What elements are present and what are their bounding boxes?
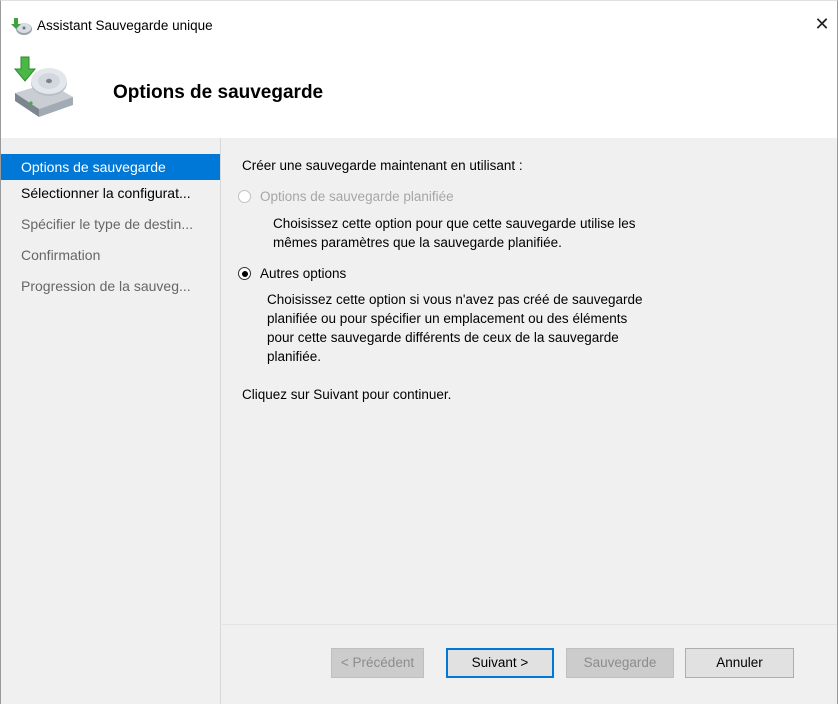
- other-options-radio[interactable]: [238, 267, 251, 280]
- step-progress[interactable]: Progression de la sauveg...: [1, 273, 220, 304]
- cancel-button[interactable]: Annuler: [685, 648, 794, 678]
- step-backup-options[interactable]: Options de sauvegarde: [1, 154, 220, 180]
- scheduled-options-radio[interactable]: [238, 190, 251, 203]
- window-title: Assistant Sauvegarde unique: [37, 18, 213, 33]
- scheduled-options-label: Options de sauvegarde planifiée: [260, 189, 454, 204]
- other-options-description: Choisissez cette option si vous n'avez p…: [267, 290, 643, 366]
- step-destination-type[interactable]: Spécifier le type de destin...: [1, 211, 220, 242]
- backup-button[interactable]: Sauvegarde: [566, 648, 674, 678]
- wizard-body: Options de sauvegarde Sélectionner la co…: [1, 138, 837, 704]
- wizard-header: Options de sauvegarde: [1, 49, 837, 138]
- scheduled-options-radio-row: Options de sauvegarde planifiée: [238, 189, 454, 204]
- other-desc-line: Choisissez cette option si vous n'avez p…: [267, 292, 643, 307]
- intro-text: Créer une sauvegarde maintenant en utili…: [242, 158, 523, 173]
- other-options-label[interactable]: Autres options: [260, 266, 346, 281]
- title-bar: Assistant Sauvegarde unique ✕: [1, 1, 837, 49]
- other-desc-line: pour cette sauvegarde différents de ceux…: [267, 330, 619, 345]
- backup-app-icon: [11, 18, 32, 35]
- backup-disk-icon: [13, 56, 73, 117]
- scheduled-desc-line: mêmes paramètres que la sauvegarde plani…: [273, 235, 562, 250]
- other-desc-line: planifiée ou pour spécifier un emplaceme…: [267, 311, 628, 326]
- continue-hint: Cliquez sur Suivant pour continuer.: [242, 387, 452, 402]
- previous-button[interactable]: < Précédent: [331, 648, 424, 678]
- step-confirmation[interactable]: Confirmation: [1, 242, 220, 273]
- step-select-configuration[interactable]: Sélectionner la configurat...: [1, 180, 220, 211]
- next-button[interactable]: Suivant >: [446, 648, 554, 678]
- scheduled-desc-line: Choisissez cette option pour que cette s…: [273, 216, 636, 231]
- scheduled-options-description: Choisissez cette option pour que cette s…: [273, 214, 635, 252]
- main-content: Créer une sauvegarde maintenant en utili…: [222, 138, 837, 624]
- other-options-radio-row: Autres options: [238, 266, 346, 281]
- page-title: Options de sauvegarde: [113, 82, 324, 103]
- steps-sidebar: Options de sauvegarde Sélectionner la co…: [1, 138, 221, 704]
- close-button[interactable]: ✕: [811, 13, 833, 35]
- other-desc-line: planifiée.: [267, 349, 322, 364]
- wizard-footer: < Précédent Suivant > Sauvegarde Annuler: [222, 625, 837, 704]
- wizard-window: Assistant Sauvegarde unique ✕ Options de…: [0, 0, 838, 704]
